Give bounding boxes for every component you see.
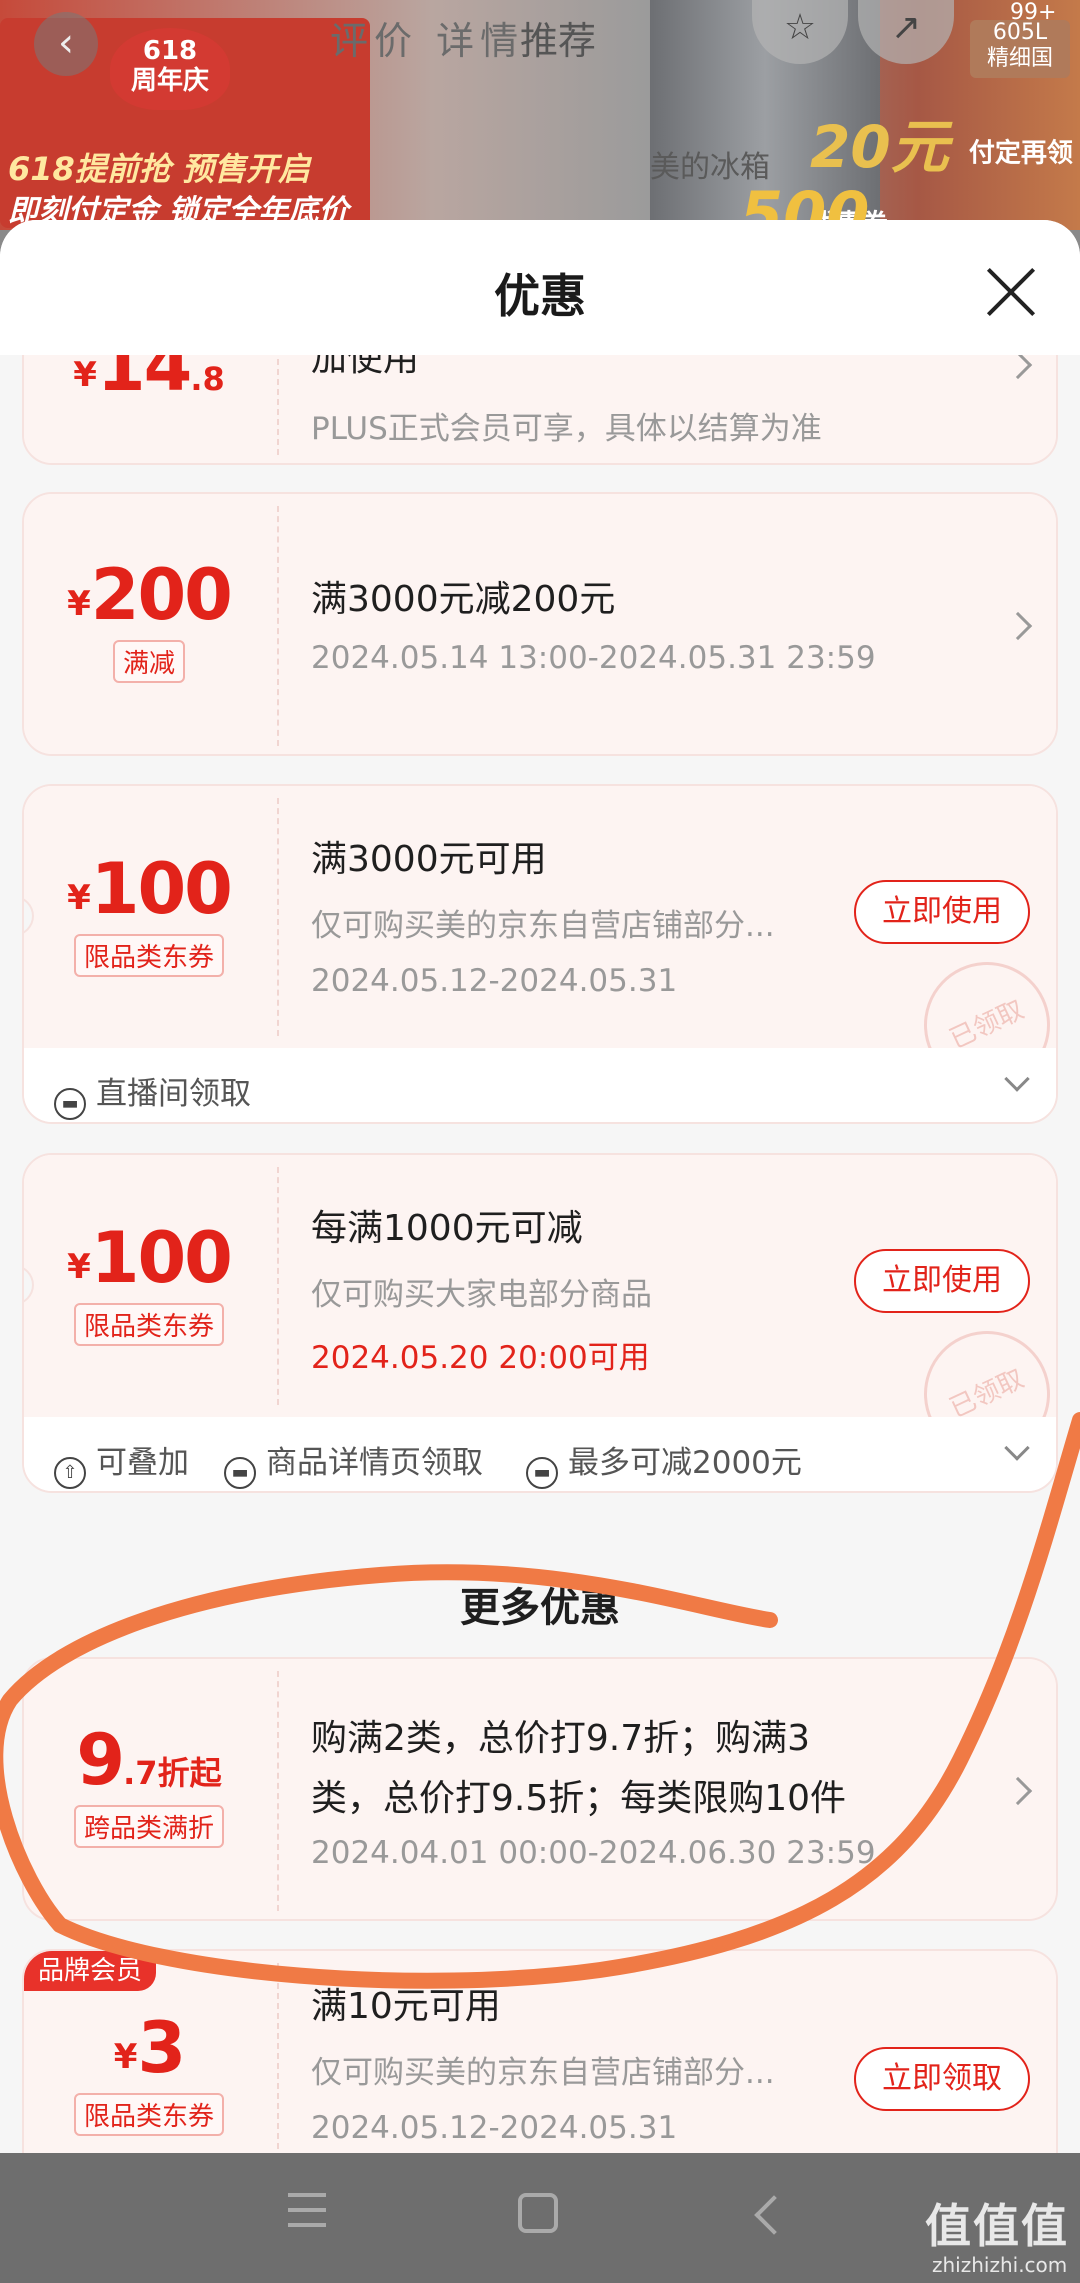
coupon-left: ¥200 满减: [24, 494, 274, 754]
coupon-left: ¥100 限品类东券: [24, 1155, 274, 1417]
coupon-footer[interactable]: ⇧ 可叠加 ▬ 商品详情页领取 ▬ 最多可减2000元: [24, 1417, 1056, 1491]
coupon-title: 满10元可用: [311, 1986, 501, 2027]
coupon-amount: ¥3: [113, 2007, 186, 2089]
coupon-right: 购满2类，总价打9.7折；购满3 类，总价打9.5折；每类限购10件 2024.…: [311, 1659, 1020, 1871]
home-icon[interactable]: [518, 2193, 558, 2233]
discount-sheet: 优惠 ¥14.8 加使用 PLUS正式会员可享，具体以结算为准 ¥200 满减 …: [0, 220, 1080, 2155]
coupon-amount: ¥14.8: [73, 355, 225, 407]
coupon-tag: 限品类东券: [73, 934, 224, 977]
use-now-button[interactable]: 立即使用: [854, 1249, 1030, 1313]
coupon-title: 满3000元可用: [311, 839, 547, 880]
coupon-right: 加使用 PLUS正式会员可享，具体以结算为准: [311, 355, 1020, 448]
coupon-title: 加使用: [311, 355, 420, 379]
use-now-button[interactable]: 立即使用: [854, 880, 1030, 944]
coupon-left: ¥100 限品类东券: [24, 786, 274, 1048]
coupon-date: 2024.05.12-2024.05.31: [311, 2110, 678, 2146]
coupon-subtitle: 仅可购买大家电部分商品: [311, 1277, 652, 1313]
coupon-date: 2024.05.20 20:00可用: [311, 1340, 650, 1376]
spec-label: 605L 精细国: [970, 20, 1070, 78]
coupon-tag: 跨品类满折: [73, 1805, 224, 1848]
coupon-right: 满3000元减200元 2024.05.14 13:00-2024.05.31 …: [311, 494, 1020, 676]
cross-category-discount-card[interactable]: 9.7折起 跨品类满折 购满2类，总价打9.7折；购满3 类，总价打9.5折；每…: [22, 1657, 1058, 1921]
coupon-main: ¥100 限品类东券 满3000元可用 仅可购买美的京东自营店铺部分... 20…: [24, 786, 1056, 1109]
coupon-amount: ¥100: [67, 848, 233, 930]
coupon-list[interactable]: ¥14.8 加使用 PLUS正式会员可享，具体以结算为准 ¥200 满减 满30…: [0, 355, 1080, 2155]
chevron-down-icon[interactable]: [1004, 1066, 1030, 1092]
coupon-date: 2024.05.14 13:00-2024.05.31 23:59: [311, 640, 876, 676]
brand-member-coupon-card[interactable]: ¥3 限品类东券 满10元可用 仅可购买美的京东自营店铺部分... 2024.0…: [22, 1949, 1058, 2155]
footer-item-stackable: ⇧ 可叠加: [54, 1437, 189, 1489]
coupon-card-100-a[interactable]: ¥100 限品类东券 满3000元可用 仅可购买美的京东自营店铺部分... 20…: [22, 784, 1058, 1124]
deposit-coupon-amount: 20元: [810, 113, 949, 181]
coupon-tag: 限品类东券: [73, 1303, 224, 1346]
coupon-right: 每满1000元可减 仅可购买大家电部分商品 2024.05.20 20:00可用: [311, 1155, 840, 1377]
footer-item: ▬ 直播间领取: [54, 1068, 251, 1120]
background-product-page: 618 周年庆 618提前抢 预售开启 即刻付定金 锁定全年底价 ‹ 评价 详情…: [0, 0, 1080, 230]
menu-icon[interactable]: [288, 2193, 326, 2227]
discount-rule-line2: 类，总价打9.5折；每类限购10件: [311, 1778, 847, 1819]
anniversary-badge: 618 周年庆: [110, 28, 230, 110]
coupon-divider: [277, 1671, 279, 1911]
brand-member-badge: 品牌会员: [24, 1951, 157, 1991]
coupon-divider: [277, 506, 279, 746]
coupon-footer[interactable]: ▬ 直播间领取: [24, 1048, 1056, 1122]
tabs-faded[interactable]: 评价 详情: [330, 10, 524, 65]
coupon-subtitle: PLUS正式会员可享，具体以结算为准: [311, 411, 822, 447]
coupon-main: ¥14.8 加使用 PLUS正式会员可享，具体以结算为准: [24, 355, 1056, 463]
coupon-main: 9.7折起 跨品类满折 购满2类，总价打9.7折；购满3 类，总价打9.5折；每…: [24, 1659, 1056, 1919]
close-icon[interactable]: [976, 260, 1046, 330]
coupon-card-plus[interactable]: ¥14.8 加使用 PLUS正式会员可享，具体以结算为准: [22, 355, 1058, 465]
coupon-card-100-b[interactable]: ¥100 限品类东券 每满1000元可减 仅可购买大家电部分商品 2024.05…: [22, 1153, 1058, 1493]
coupon-left: ¥14.8: [24, 355, 274, 463]
coupon-main: ¥3 限品类东券 满10元可用 仅可购买美的京东自营店铺部分... 2024.0…: [24, 1951, 1056, 2155]
sheet-title: 优惠: [494, 269, 586, 323]
back-nav-icon[interactable]: [754, 2195, 794, 2235]
tab-recommend[interactable]: 推荐: [520, 10, 596, 65]
coupon-tag: 满减: [112, 640, 185, 683]
coupon-tag: 限品类东券: [73, 2093, 224, 2136]
coupon-title: 满3000元减200元: [311, 579, 616, 620]
coupon-date: 2024.04.01 00:00-2024.06.30 23:59: [311, 1835, 876, 1871]
coupon-divider: [277, 1963, 279, 2155]
watermark-url: zhizhizhi.com: [932, 2253, 1068, 2277]
sheet-header: 优惠: [0, 220, 1080, 355]
coupon-divider: [277, 798, 279, 1036]
chevron-down-icon[interactable]: [1004, 1435, 1030, 1461]
stack-icon: ⇧: [54, 1457, 86, 1489]
ticket-icon: ▬: [224, 1457, 256, 1489]
discount-amount: 9.7折起: [76, 1719, 222, 1801]
ticket-icon: ▬: [526, 1457, 558, 1489]
promo-line-1: 618提前抢 预售开启: [8, 150, 310, 188]
system-nav-bar: [0, 2153, 1080, 2283]
footer-item-max: ▬ 最多可减2000元: [526, 1437, 802, 1489]
coupon-left: 9.7折起 跨品类满折: [24, 1659, 274, 1919]
coupon-main: ¥200 满减 满3000元减200元 2024.05.14 13:00-202…: [24, 494, 1056, 754]
coupon-subtitle: 仅可购买美的京东自营店铺部分...: [311, 908, 775, 944]
ticket-icon: ▬: [54, 1088, 86, 1120]
coupon-subtitle: 仅可购买美的京东自营店铺部分...: [311, 2055, 775, 2091]
footer-item-source: ▬ 商品详情页领取: [224, 1437, 483, 1489]
watermark-logo: 值值值: [925, 2199, 1069, 2253]
more-discounts-title: 更多优惠: [460, 1585, 620, 1631]
discount-rule-line1: 购满2类，总价打9.7折；购满3: [311, 1718, 811, 1759]
coupon-date: 2024.05.12-2024.05.31: [311, 963, 678, 999]
back-icon[interactable]: ‹: [34, 12, 98, 76]
coupon-card-200[interactable]: ¥200 满减 满3000元减200元 2024.05.14 13:00-202…: [22, 492, 1058, 756]
coupon-title: 每满1000元可减: [311, 1208, 583, 1249]
coupon-main: ¥100 限品类东券 每满1000元可减 仅可购买大家电部分商品 2024.05…: [24, 1155, 1056, 1478]
claim-now-button[interactable]: 立即领取: [854, 2047, 1030, 2111]
coupon-divider: [277, 355, 279, 455]
coupon-right: 满10元可用 仅可购买美的京东自营店铺部分... 2024.05.12-2024…: [311, 1951, 840, 2146]
coupon-amount: ¥200: [67, 554, 233, 636]
coupon-divider: [277, 1167, 279, 1405]
coupon-amount: ¥100: [67, 1217, 233, 1299]
coupon-right: 满3000元可用 仅可购买美的京东自营店铺部分... 2024.05.12-20…: [311, 786, 840, 999]
deposit-coupon: 20元 付定再领 优惠券: [810, 100, 1080, 230]
